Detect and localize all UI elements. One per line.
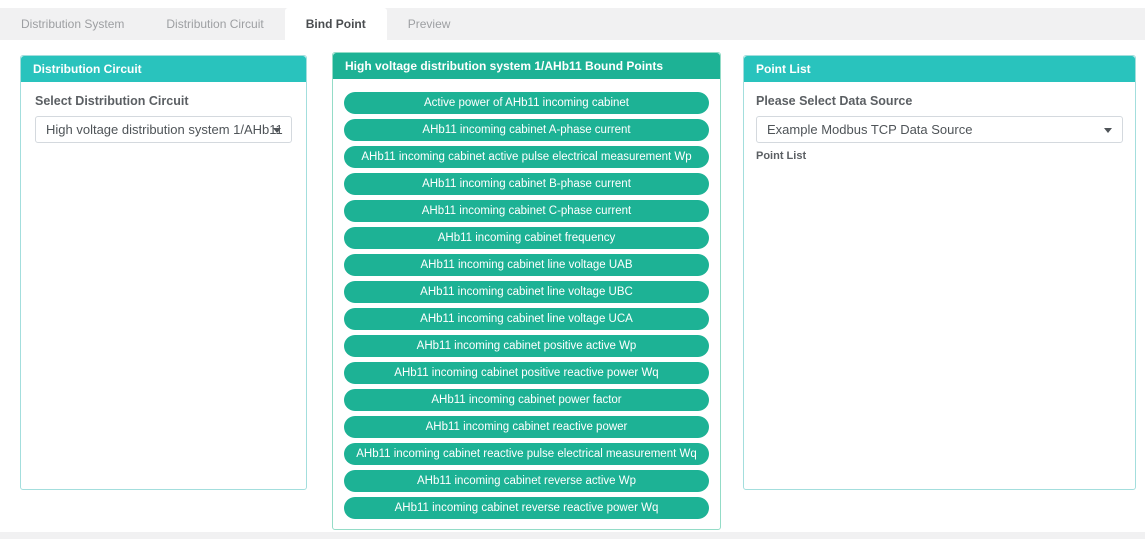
- bound-points-panel: High voltage distribution system 1/AHb11…: [332, 52, 721, 530]
- tab-bind-point[interactable]: Bind Point: [285, 8, 387, 40]
- bound-point-pill[interactable]: AHb11 incoming cabinet positive reactive…: [344, 362, 709, 384]
- data-source-select-value: Example Modbus TCP Data Source: [767, 122, 972, 137]
- bound-point-pill[interactable]: AHb11 incoming cabinet reactive pulse el…: [344, 443, 709, 465]
- tab-preview[interactable]: Preview: [387, 8, 472, 40]
- bound-point-pill[interactable]: AHb11 incoming cabinet positive active W…: [344, 335, 709, 357]
- point-list-panel-title: Point List: [744, 56, 1135, 82]
- chevron-down-icon: [273, 128, 281, 133]
- bound-points-list: Active power of AHb11 incoming cabinet AH…: [333, 79, 720, 530]
- tab-distribution-circuit[interactable]: Distribution Circuit: [145, 8, 284, 40]
- bound-points-panel-title: High voltage distribution system 1/AHb11…: [333, 53, 720, 79]
- distribution-circuit-select[interactable]: High voltage distribution system 1/AHb11: [35, 116, 292, 143]
- page-bottom-strip: [0, 532, 1145, 539]
- bound-point-pill[interactable]: Active power of AHb11 incoming cabinet: [344, 92, 709, 114]
- bound-point-pill[interactable]: AHb11 incoming cabinet A-phase current: [344, 119, 709, 141]
- bound-point-pill[interactable]: AHb11 incoming cabinet B-phase current: [344, 173, 709, 195]
- bound-point-pill[interactable]: AHb11 incoming cabinet line voltage UBC: [344, 281, 709, 303]
- bound-point-pill[interactable]: AHb11 incoming cabinet frequency: [344, 227, 709, 249]
- data-source-select[interactable]: Example Modbus TCP Data Source: [756, 116, 1123, 143]
- data-source-label: Please Select Data Source: [756, 94, 1123, 108]
- tab-distribution-system[interactable]: Distribution System: [0, 8, 145, 40]
- tab-bar: Distribution SystemDistribution CircuitB…: [0, 8, 1145, 40]
- bound-point-pill[interactable]: AHb11 incoming cabinet line voltage UCA: [344, 308, 709, 330]
- select-distribution-circuit-label: Select Distribution Circuit: [35, 94, 292, 108]
- distribution-circuit-panel-title: Distribution Circuit: [21, 56, 306, 82]
- bound-point-pill[interactable]: AHb11 incoming cabinet line voltage UAB: [344, 254, 709, 276]
- distribution-circuit-panel: Distribution Circuit Select Distribution…: [20, 55, 307, 490]
- bound-point-pill[interactable]: AHb11 incoming cabinet reverse reactive …: [344, 497, 709, 519]
- point-list-panel: Point List Please Select Data Source Exa…: [743, 55, 1136, 490]
- bound-point-pill[interactable]: AHb11 incoming cabinet power factor: [344, 389, 709, 411]
- point-list-sublabel: Point List: [756, 150, 1123, 162]
- bound-point-pill[interactable]: AHb11 incoming cabinet reverse active Wp: [344, 470, 709, 492]
- bound-point-pill[interactable]: AHb11 incoming cabinet C-phase current: [344, 200, 709, 222]
- distribution-circuit-select-value: High voltage distribution system 1/AHb11: [46, 122, 283, 137]
- bound-point-pill[interactable]: AHb11 incoming cabinet active pulse elec…: [344, 146, 709, 168]
- chevron-down-icon: [1104, 128, 1112, 133]
- bound-point-pill[interactable]: AHb11 incoming cabinet reactive power: [344, 416, 709, 438]
